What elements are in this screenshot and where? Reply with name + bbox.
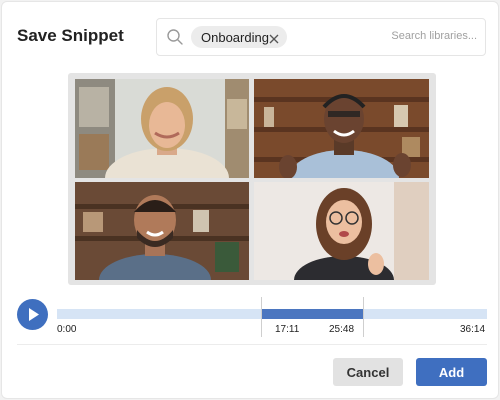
end-time: 36:14 [460,324,486,335]
search-placeholder: Search libraries... [391,30,477,42]
video-tile-participant-3 [75,182,249,280]
timeline-track[interactable] [57,309,487,319]
play-button[interactable] [17,299,48,330]
selection-end-time: 25:48 [329,324,355,335]
selected-range[interactable] [260,309,364,319]
close-icon[interactable] [269,32,279,44]
cancel-button[interactable]: Cancel [333,358,403,386]
video-tile-participant-2 [254,79,429,178]
play-icon [29,308,39,321]
video-tile-participant-1 [75,79,249,178]
library-tag-chip[interactable]: Onboarding [191,26,287,48]
selection-end-handle[interactable] [363,297,365,337]
footer-divider [17,344,487,345]
selection-start-time: 17:11 [275,324,300,335]
save-snippet-dialog: Save Snippet Onboarding Search libraries… [1,1,499,399]
start-time: 0:00 [57,324,77,335]
search-icon [166,28,184,51]
selection-start-handle[interactable] [260,297,262,337]
dialog-title: Save Snippet [17,26,124,45]
add-button[interactable]: Add [416,358,487,386]
library-tag-label: Onboarding [201,29,269,45]
video-preview[interactable] [68,73,436,285]
library-search-field[interactable]: Onboarding Search libraries... [156,18,486,56]
video-tile-participant-4 [254,182,429,280]
